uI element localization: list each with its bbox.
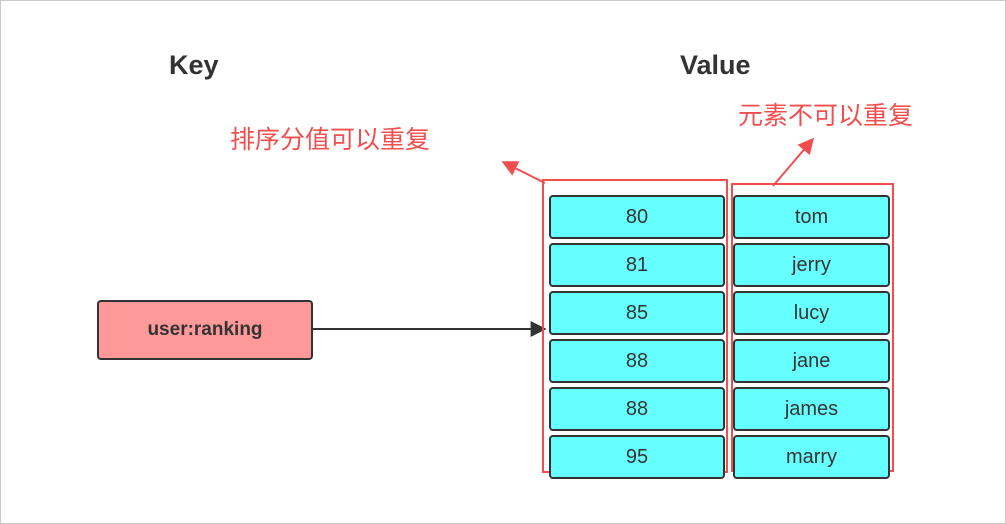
member-cell: james bbox=[733, 387, 890, 431]
score-cell: 85 bbox=[549, 291, 725, 335]
member-cell: marry bbox=[733, 435, 890, 479]
score-cell: 95 bbox=[549, 435, 725, 479]
member-cell: lucy bbox=[733, 291, 890, 335]
score-cell: 81 bbox=[549, 243, 725, 287]
score-cell: 88 bbox=[549, 387, 725, 431]
score-column: 80 81 85 88 88 95 bbox=[549, 195, 725, 479]
member-cell: jane bbox=[733, 339, 890, 383]
score-annotation-arrow bbox=[501, 161, 546, 184]
score-cell: 88 bbox=[549, 339, 725, 383]
member-column: tom jerry lucy jane james marry bbox=[733, 195, 890, 479]
score-cell: 80 bbox=[549, 195, 725, 239]
member-cell: tom bbox=[733, 195, 890, 239]
member-annotation-arrow bbox=[772, 137, 815, 187]
member-cell: jerry bbox=[733, 243, 890, 287]
